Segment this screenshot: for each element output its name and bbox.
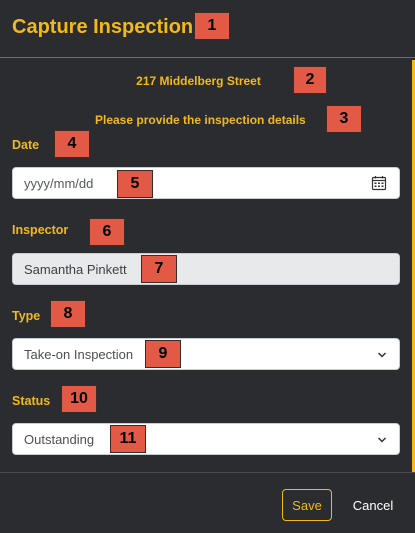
callout-4: 4 <box>54 130 90 158</box>
status-select[interactable]: Outstanding <box>12 423 400 455</box>
calendar-icon[interactable] <box>371 175 387 191</box>
callout-5: 5 <box>117 170 153 198</box>
callout-9: 9 <box>145 340 181 368</box>
date-label: Date <box>12 138 40 152</box>
inspector-field: Samantha Pinkett <box>12 253 400 285</box>
status-label: Status <box>12 394 51 408</box>
footer-divider <box>0 472 415 473</box>
chevron-down-icon <box>377 352 387 358</box>
callout-1: 1 <box>194 12 230 40</box>
status-value: Outstanding <box>24 431 95 447</box>
inspector-label: Inspector <box>12 223 69 237</box>
save-button[interactable]: Save <box>282 489 332 521</box>
callout-8: 8 <box>50 300 86 328</box>
modal-title: Capture Inspection <box>12 16 194 38</box>
callout-10: 10 <box>61 385 97 413</box>
property-address-text: 217 Middelberg Street <box>136 74 261 88</box>
chevron-down-icon <box>377 437 387 443</box>
form-instructions: Please provide the inspection details <box>95 113 306 127</box>
callout-11: 11 <box>110 425 146 453</box>
callout-3: 3 <box>326 105 362 133</box>
date-input[interactable]: yyyy/mm/dd <box>12 167 400 199</box>
callout-2: 2 <box>293 66 327 94</box>
callout-6: 6 <box>89 218 125 246</box>
inspector-value: Samantha Pinkett <box>24 261 127 277</box>
type-select[interactable]: Take-on Inspection <box>12 338 400 370</box>
capture-inspection-modal: Capture Inspection 1 217 Middelberg Stre… <box>0 0 415 533</box>
property-address: 217 Middelberg Street <box>0 74 415 88</box>
type-value: Take-on Inspection <box>24 346 134 362</box>
callout-7: 7 <box>141 255 177 283</box>
date-placeholder: yyyy/mm/dd <box>24 175 94 191</box>
type-label: Type <box>12 309 41 323</box>
cancel-button[interactable]: Cancel <box>346 489 400 521</box>
